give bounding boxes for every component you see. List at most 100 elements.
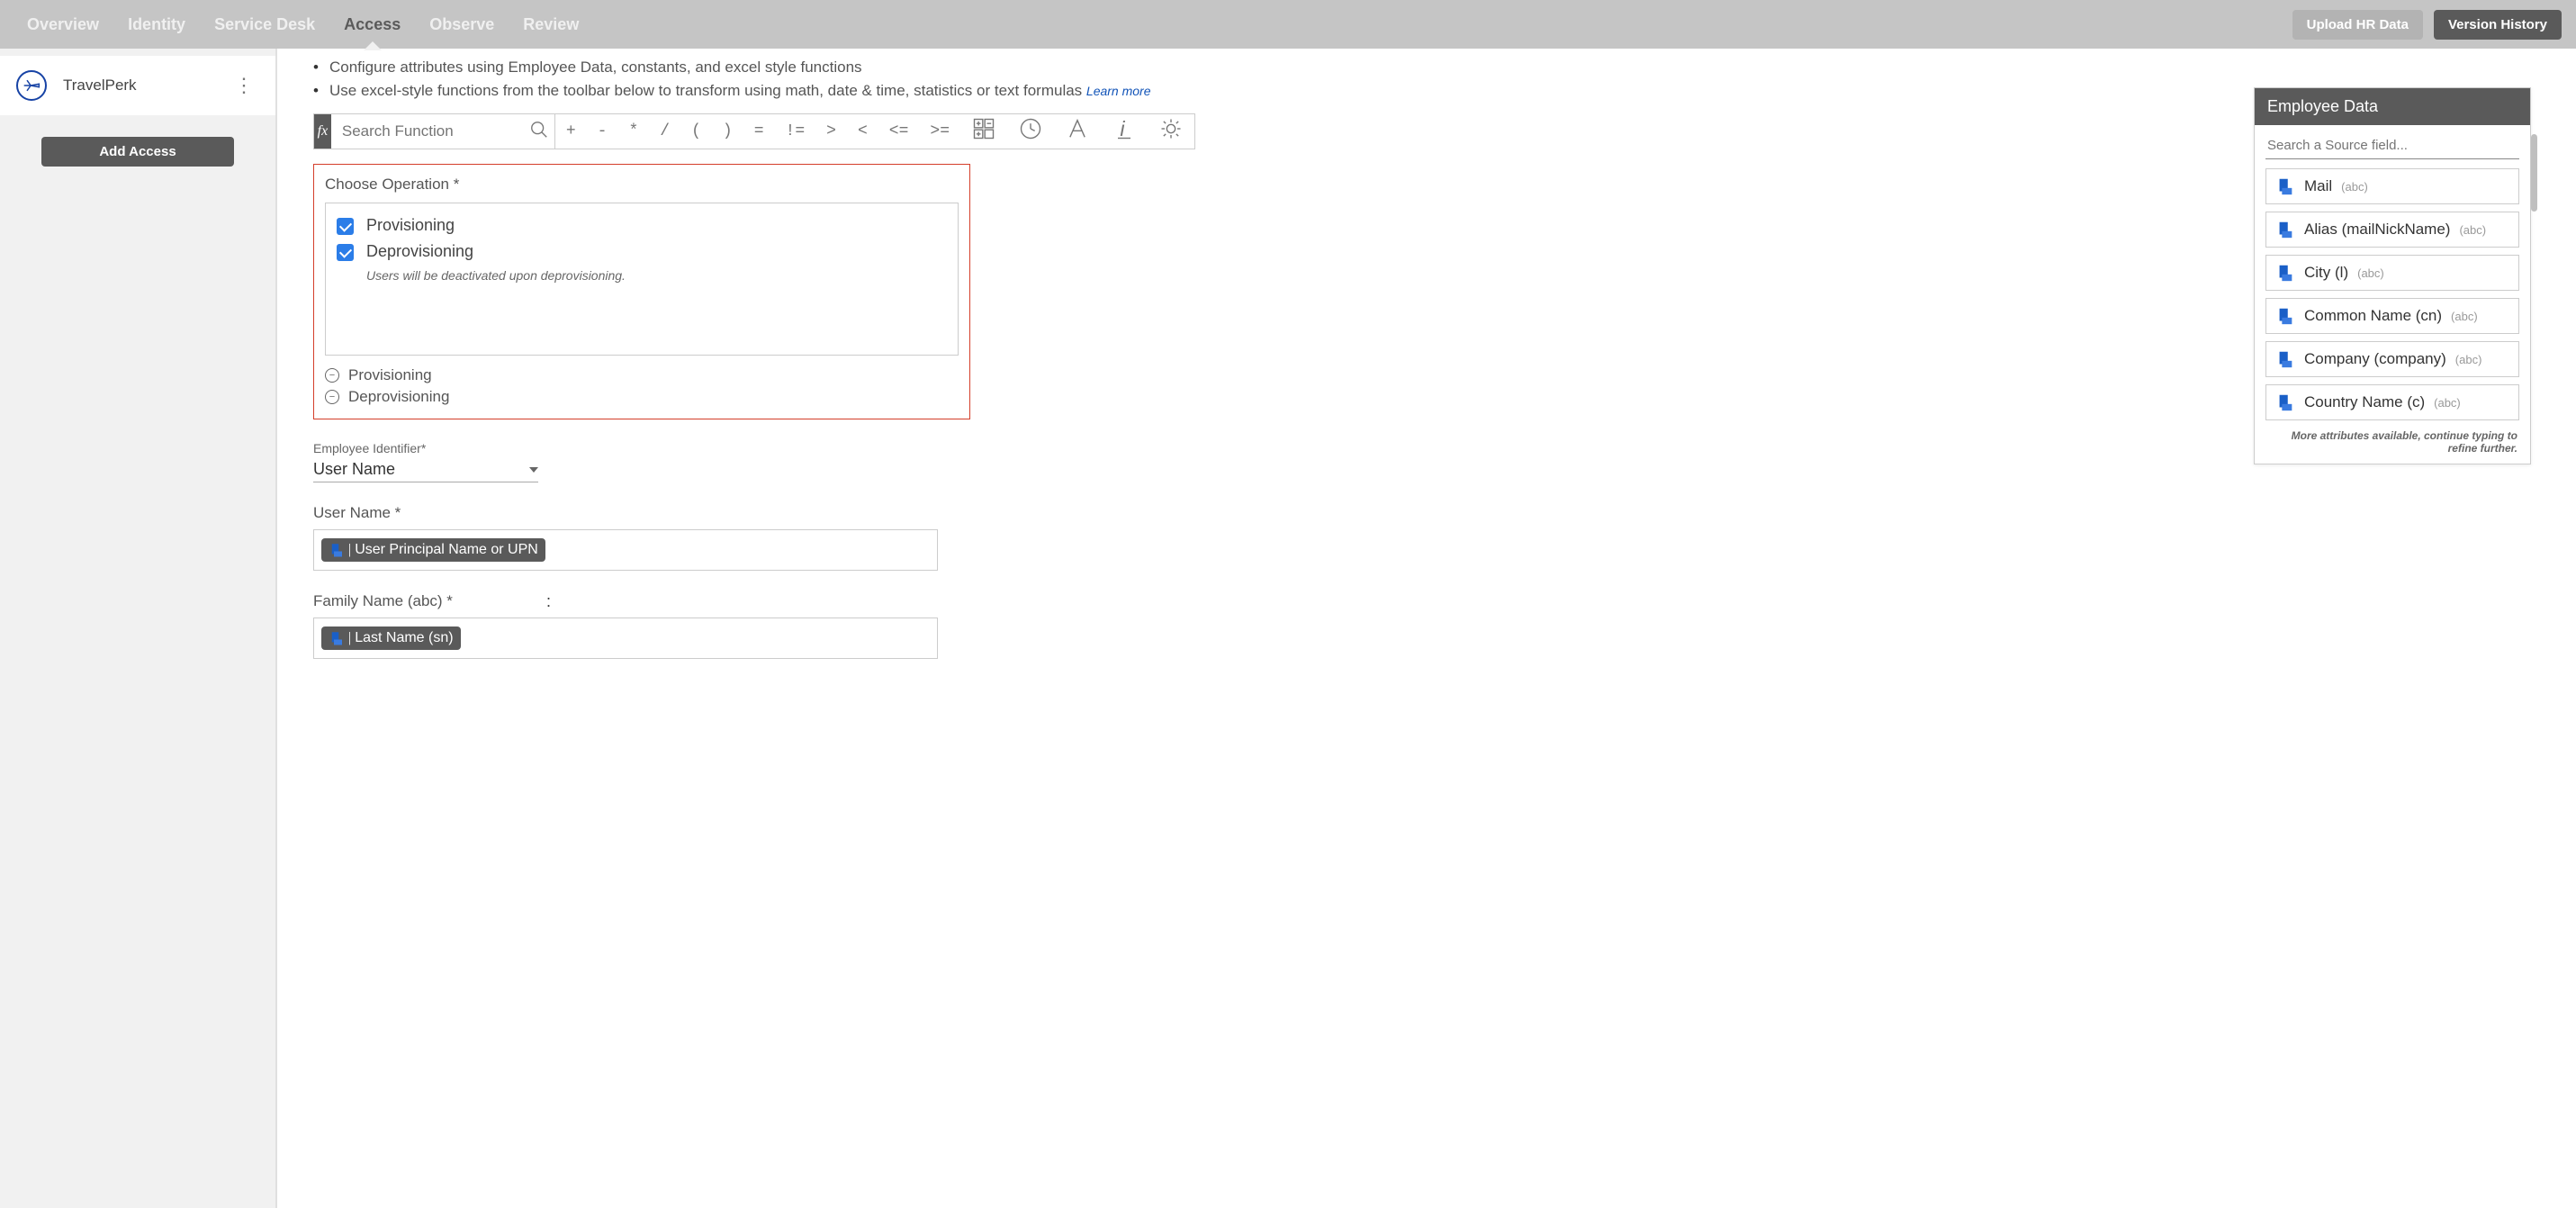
text-group-icon[interactable]: [1054, 116, 1101, 147]
source-field-icon: [2275, 263, 2295, 283]
tab-identity[interactable]: Identity: [115, 3, 198, 47]
main-content: Configure attributes using Employee Data…: [277, 49, 2576, 1208]
source-field-icon: [2275, 176, 2295, 196]
kebab-menu-icon[interactable]: ⋮: [229, 74, 259, 97]
remove-provisioning-label: Provisioning: [348, 366, 432, 384]
datetime-group-icon[interactable]: [1007, 116, 1054, 147]
family-name-label: Family Name (abc) *: [313, 592, 453, 610]
employee-identifier-value: User Name: [313, 460, 395, 479]
fx-op-paren-open[interactable]: (: [680, 122, 712, 140]
employee-identifier-label: Employee Identifier*: [313, 441, 2558, 455]
fx-op-plus[interactable]: +: [555, 122, 587, 140]
user-name-label: User Name *: [313, 504, 938, 522]
tab-service-desk[interactable]: Service Desk: [202, 3, 328, 47]
field-label: City (l): [2304, 264, 2348, 282]
tab-overview[interactable]: Overview: [14, 3, 112, 47]
field-type: (abc): [2455, 353, 2482, 366]
fx-op-minus[interactable]: -: [587, 122, 618, 140]
function-toolbar: fx + - * / ( ) = != > < <= >=: [313, 113, 1195, 149]
field-type: (abc): [2459, 223, 2486, 237]
employee-identifier-select[interactable]: User Name: [313, 457, 538, 482]
chip-text: Last Name (sn): [355, 630, 453, 646]
checkbox-provisioning[interactable]: [337, 218, 354, 235]
sidebar-item-label: TravelPerk: [63, 77, 229, 95]
family-name-chip[interactable]: | Last Name (sn): [321, 627, 461, 650]
source-field-icon: [2275, 306, 2295, 326]
intro-bullet-2: Use excel-style functions from the toolb…: [313, 79, 2558, 103]
field-row-country-name[interactable]: Country Name (c) (abc): [2265, 384, 2519, 420]
info-icon[interactable]: i: [1101, 116, 1148, 147]
field-row-company[interactable]: Company (company) (abc): [2265, 341, 2519, 377]
checkbox-deprovisioning[interactable]: [337, 244, 354, 261]
tab-review[interactable]: Review: [510, 3, 591, 47]
field-label: Mail: [2304, 177, 2332, 195]
math-group-icon[interactable]: [960, 116, 1007, 147]
source-field-icon: [2275, 220, 2295, 239]
choose-operation-box: Provisioning Deprovisioning Users will b…: [325, 203, 959, 356]
deprovisioning-note: Users will be deactivated upon deprovisi…: [366, 268, 947, 283]
checkbox-deprovisioning-label: Deprovisioning: [366, 242, 473, 261]
add-access-button[interactable]: Add Access: [41, 137, 234, 167]
fx-op-multiply[interactable]: *: [617, 122, 649, 140]
travelperk-icon: [16, 70, 47, 101]
employee-data-search-input[interactable]: [2265, 134, 2519, 159]
fx-op-neq[interactable]: !=: [775, 122, 816, 140]
field-row-mail[interactable]: Mail (abc): [2265, 168, 2519, 204]
family-name-input[interactable]: | Last Name (sn): [313, 618, 938, 659]
tab-observe[interactable]: Observe: [417, 3, 507, 47]
upload-hr-data-button[interactable]: Upload HR Data: [2292, 10, 2423, 40]
chevron-down-icon: [529, 467, 538, 473]
field-type: (abc): [2341, 180, 2368, 194]
function-search-input[interactable]: [331, 114, 529, 149]
field-type: (abc): [2434, 396, 2461, 410]
fx-op-eq[interactable]: =: [743, 122, 775, 140]
remove-deprovisioning-icon[interactable]: −: [325, 390, 339, 404]
choose-operation-label: Choose Operation *: [325, 176, 959, 194]
employee-data-header: Employee Data: [2255, 88, 2530, 125]
intro-bullets: Configure attributes using Employee Data…: [313, 56, 2558, 103]
learn-more-link[interactable]: Learn more: [1086, 84, 1151, 98]
field-row-common-name[interactable]: Common Name (cn) (abc): [2265, 298, 2519, 334]
remove-provisioning-icon[interactable]: −: [325, 368, 339, 383]
choose-operation-section: Choose Operation * Provisioning Deprovis…: [313, 164, 970, 419]
top-nav: Overview Identity Service Desk Access Ob…: [0, 0, 2576, 49]
fx-op-lt[interactable]: <: [847, 122, 878, 140]
employee-data-panel: Employee Data Mail (abc) Alias (mailNick…: [2254, 87, 2531, 464]
tab-access[interactable]: Access: [331, 3, 413, 47]
field-row-city[interactable]: City (l) (abc): [2265, 255, 2519, 291]
source-field-icon: [2275, 349, 2295, 369]
fx-symbol: fx: [314, 114, 331, 149]
more-attributes-note: More attributes available, continue typi…: [2265, 428, 2519, 458]
top-nav-tabs: Overview Identity Service Desk Access Ob…: [14, 3, 591, 47]
fx-op-gte[interactable]: >=: [919, 122, 960, 140]
remove-deprovisioning-label: Deprovisioning: [348, 388, 449, 406]
field-label: Alias (mailNickName): [2304, 221, 2450, 239]
source-field-icon: [329, 542, 345, 558]
field-label: Country Name (c): [2304, 393, 2425, 411]
svg-text:i: i: [1120, 117, 1125, 140]
search-icon[interactable]: [529, 120, 549, 143]
transform-group-icon[interactable]: [1148, 116, 1194, 147]
user-name-input[interactable]: | User Principal Name or UPN: [313, 529, 938, 571]
version-history-button[interactable]: Version History: [2434, 10, 2562, 40]
checkbox-provisioning-label: Provisioning: [366, 216, 455, 235]
field-label: Common Name (cn): [2304, 307, 2442, 325]
chip-separator: |: [348, 542, 351, 558]
field-type: (abc): [2357, 266, 2384, 280]
sidebar: TravelPerk ⋮ Add Access: [0, 49, 277, 1208]
panel-scrollbar[interactable]: [2531, 134, 2537, 212]
family-name-colon: :: [546, 592, 551, 618]
field-row-alias[interactable]: Alias (mailNickName) (abc): [2265, 212, 2519, 248]
fx-op-paren-close[interactable]: ): [712, 122, 743, 140]
fx-op-divide[interactable]: /: [649, 122, 680, 140]
chip-separator: |: [348, 630, 351, 646]
sidebar-item-travelperk[interactable]: TravelPerk ⋮: [0, 56, 275, 115]
fx-op-gt[interactable]: >: [815, 122, 847, 140]
field-type: (abc): [2451, 310, 2478, 323]
source-field-icon: [329, 630, 345, 646]
chip-text: User Principal Name or UPN: [355, 542, 538, 558]
top-nav-actions: Upload HR Data Version History: [2292, 10, 2562, 40]
fx-op-lte[interactable]: <=: [878, 122, 920, 140]
intro-bullet-1: Configure attributes using Employee Data…: [313, 56, 2558, 79]
user-name-chip[interactable]: | User Principal Name or UPN: [321, 538, 545, 562]
